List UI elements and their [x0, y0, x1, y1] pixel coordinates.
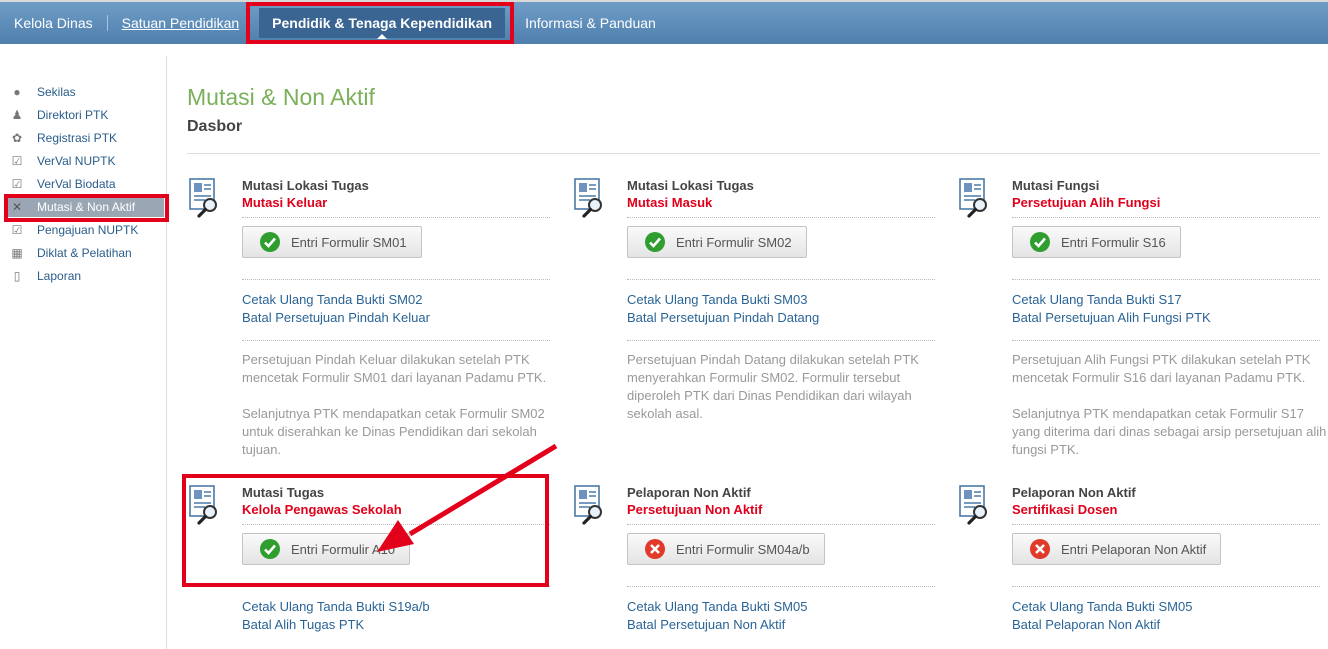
person-icon: ♟: [11, 108, 23, 122]
sidebar-item-diklat-pelatihan[interactable]: ▦ Diklat & Pelatihan: [10, 243, 132, 263]
sidebar-item-label: Direktori PTK: [37, 108, 109, 122]
divider: [1012, 340, 1320, 341]
document-search-icon: [573, 178, 603, 218]
card-heading: Mutasi Lokasi Tugas: [627, 178, 754, 193]
sidebar-item-registrasi-ptk[interactable]: ✿ Registrasi PTK: [10, 128, 117, 148]
card-subheading: Mutasi Masuk: [627, 195, 713, 210]
document-search-icon: [573, 485, 603, 525]
link-batal-persetujuan-pindah-keluar[interactable]: Batal Persetujuan Pindah Keluar: [242, 310, 430, 325]
entri-formulir-s16-button[interactable]: Entri Formulir S16: [1012, 226, 1181, 258]
card-description: Selanjutnya PTK mendapatkan cetak Formul…: [1012, 406, 1327, 457]
divider: [1012, 279, 1320, 280]
sidebar-item-verval-nuptk[interactable]: ☑ VerVal NUPTK: [10, 151, 116, 171]
nav-satuan-pendidikan[interactable]: Satuan Pendidikan: [108, 15, 254, 31]
sidebar-item-label: VerVal Biodata: [37, 177, 116, 191]
sidebar-item-laporan[interactable]: ▯ Laporan: [10, 266, 81, 286]
card-description: Persetujuan Pindah Datang dilakukan sete…: [627, 352, 919, 421]
sidebar-item-label: Laporan: [37, 269, 82, 283]
entri-formulir-sm02-button[interactable]: Entri Formulir SM02: [627, 226, 807, 258]
link-cetak-ulang-sm02[interactable]: Cetak Ulang Tanda Bukti SM02: [242, 292, 422, 307]
card-sertifikasi-dosen: Pelaporan Non Aktif Sertifikasi Dosen En…: [957, 485, 1320, 645]
highlight-box-nav: [246, 2, 514, 44]
document-search-icon: [958, 178, 988, 218]
people-icon: ✿: [11, 131, 23, 145]
sidebar-item-pengajuan-nuptk[interactable]: ☑ Pengajuan NUPTK: [10, 220, 139, 240]
button-label: Entri Formulir SM01: [291, 234, 407, 250]
card-subheading: Sertifikasi Dosen: [1012, 502, 1118, 517]
highlight-box-card: [182, 474, 549, 587]
link-cetak-ulang-sm05[interactable]: Cetak Ulang Tanda Bukti SM05: [627, 599, 807, 614]
divider: [1012, 586, 1320, 587]
divider: [627, 524, 935, 525]
entri-formulir-sm04ab-button[interactable]: Entri Formulir SM04a/b: [627, 533, 825, 565]
divider: [627, 586, 935, 587]
button-label: Entri Formulir S16: [1061, 234, 1166, 250]
divider: [1012, 217, 1320, 218]
card-description: Persetujuan Pindah Keluar dilakukan sete…: [242, 352, 547, 385]
document-search-icon: [188, 178, 218, 218]
highlight-box-sidebar: [4, 194, 169, 222]
link-batal-alih-tugas-ptk[interactable]: Batal Alih Tugas PTK: [242, 617, 364, 632]
top-navigation-bar: Kelola Dinas Satuan Pendidikan Pendidik …: [0, 0, 1328, 44]
card-heading: Pelaporan Non Aktif: [627, 485, 751, 500]
entri-pelaporan-non-aktif-button[interactable]: Entri Pelaporan Non Aktif: [1012, 533, 1222, 565]
button-label: Entri Pelaporan Non Aktif: [1061, 541, 1207, 557]
card-mutasi-masuk: Mutasi Lokasi Tugas Mutasi Masuk Entri F…: [572, 178, 935, 468]
sidebar-item-label: Sekilas: [37, 85, 76, 99]
check-icon: [645, 232, 665, 252]
link-cetak-ulang-s19ab[interactable]: Cetak Ulang Tanda Bukti S19a/b: [242, 599, 430, 614]
divider: [242, 279, 550, 280]
card-heading: Mutasi Lokasi Tugas: [242, 178, 369, 193]
divider: [1012, 524, 1320, 525]
card-persetujuan-non-aktif: Pelaporan Non Aktif Persetujuan Non Akti…: [572, 485, 935, 645]
card-heading: Mutasi Fungsi: [1012, 178, 1100, 193]
link-cetak-ulang-s17[interactable]: Cetak Ulang Tanda Bukti S17: [1012, 292, 1182, 307]
link-cetak-ulang-sm05[interactable]: Cetak Ulang Tanda Bukti SM05: [1012, 599, 1192, 614]
document-search-icon: [958, 485, 988, 525]
card-heading: Pelaporan Non Aktif: [1012, 485, 1136, 500]
button-label: Entri Formulir SM02: [676, 234, 792, 250]
card-description: Selanjutnya PTK mendapatkan cetak Formul…: [242, 406, 545, 457]
sidebar-item-label: Registrasi PTK: [37, 131, 118, 145]
link-batal-persetujuan-pindah-datang[interactable]: Batal Persetujuan Pindah Datang: [627, 310, 819, 325]
link-cetak-ulang-sm03[interactable]: Cetak Ulang Tanda Bukti SM03: [627, 292, 807, 307]
check-icon: [1030, 232, 1050, 252]
link-batal-persetujuan-alih-fungsi[interactable]: Batal Persetujuan Alih Fungsi PTK: [1012, 310, 1211, 325]
card-subheading: Persetujuan Alih Fungsi: [1012, 195, 1161, 210]
card-subheading: Persetujuan Non Aktif: [627, 502, 763, 517]
header-divider: [187, 153, 1320, 154]
clipboard-icon: ☑: [11, 154, 23, 168]
divider: [242, 217, 550, 218]
entri-formulir-sm01-button[interactable]: Entri Formulir SM01: [242, 226, 422, 258]
divider: [627, 279, 935, 280]
divider: [627, 340, 935, 341]
link-batal-persetujuan-non-aktif[interactable]: Batal Persetujuan Non Aktif: [627, 617, 785, 632]
button-label: Entri Formulir SM04a/b: [676, 541, 810, 557]
sidebar-item-verval-biodata[interactable]: ☑ VerVal Biodata: [10, 174, 116, 194]
chart-icon: ▦: [11, 246, 23, 260]
link-batal-pelaporan-non-aktif[interactable]: Batal Pelaporan Non Aktif: [1012, 617, 1160, 632]
sidebar-item-sekilas[interactable]: ● Sekilas: [10, 82, 76, 102]
clipboard-icon: ☑: [11, 177, 23, 191]
card-subheading: Mutasi Keluar: [242, 195, 328, 210]
card-persetujuan-alih-fungsi: Mutasi Fungsi Persetujuan Alih Fungsi En…: [957, 178, 1326, 468]
divider: [242, 340, 550, 341]
document-icon: ▯: [13, 269, 21, 283]
nav-kelola-dinas[interactable]: Kelola Dinas: [0, 15, 107, 31]
nav-informasi-panduan[interactable]: Informasi & Panduan: [511, 15, 670, 31]
sidebar-item-direktori-ptk[interactable]: ♟ Direktori PTK: [10, 105, 109, 125]
info-icon: ●: [13, 85, 21, 99]
check-icon: [260, 232, 280, 252]
sidebar-item-label: Pengajuan NUPTK: [37, 223, 139, 237]
clipboard-icon: ☑: [11, 223, 23, 237]
sidebar-item-label: Diklat & Pelatihan: [37, 246, 132, 260]
sidebar-item-label: VerVal NUPTK: [37, 154, 116, 168]
cancel-icon: [645, 539, 665, 559]
card-mutasi-keluar: Mutasi Lokasi Tugas Mutasi Keluar Entri …: [187, 178, 550, 468]
card-description: Persetujuan Alih Fungsi PTK dilakukan se…: [1012, 352, 1311, 385]
page-subtitle: Dasbor: [187, 118, 243, 135]
divider: [627, 217, 935, 218]
page-title: Mutasi & Non Aktif: [187, 84, 375, 110]
cancel-icon: [1030, 539, 1050, 559]
